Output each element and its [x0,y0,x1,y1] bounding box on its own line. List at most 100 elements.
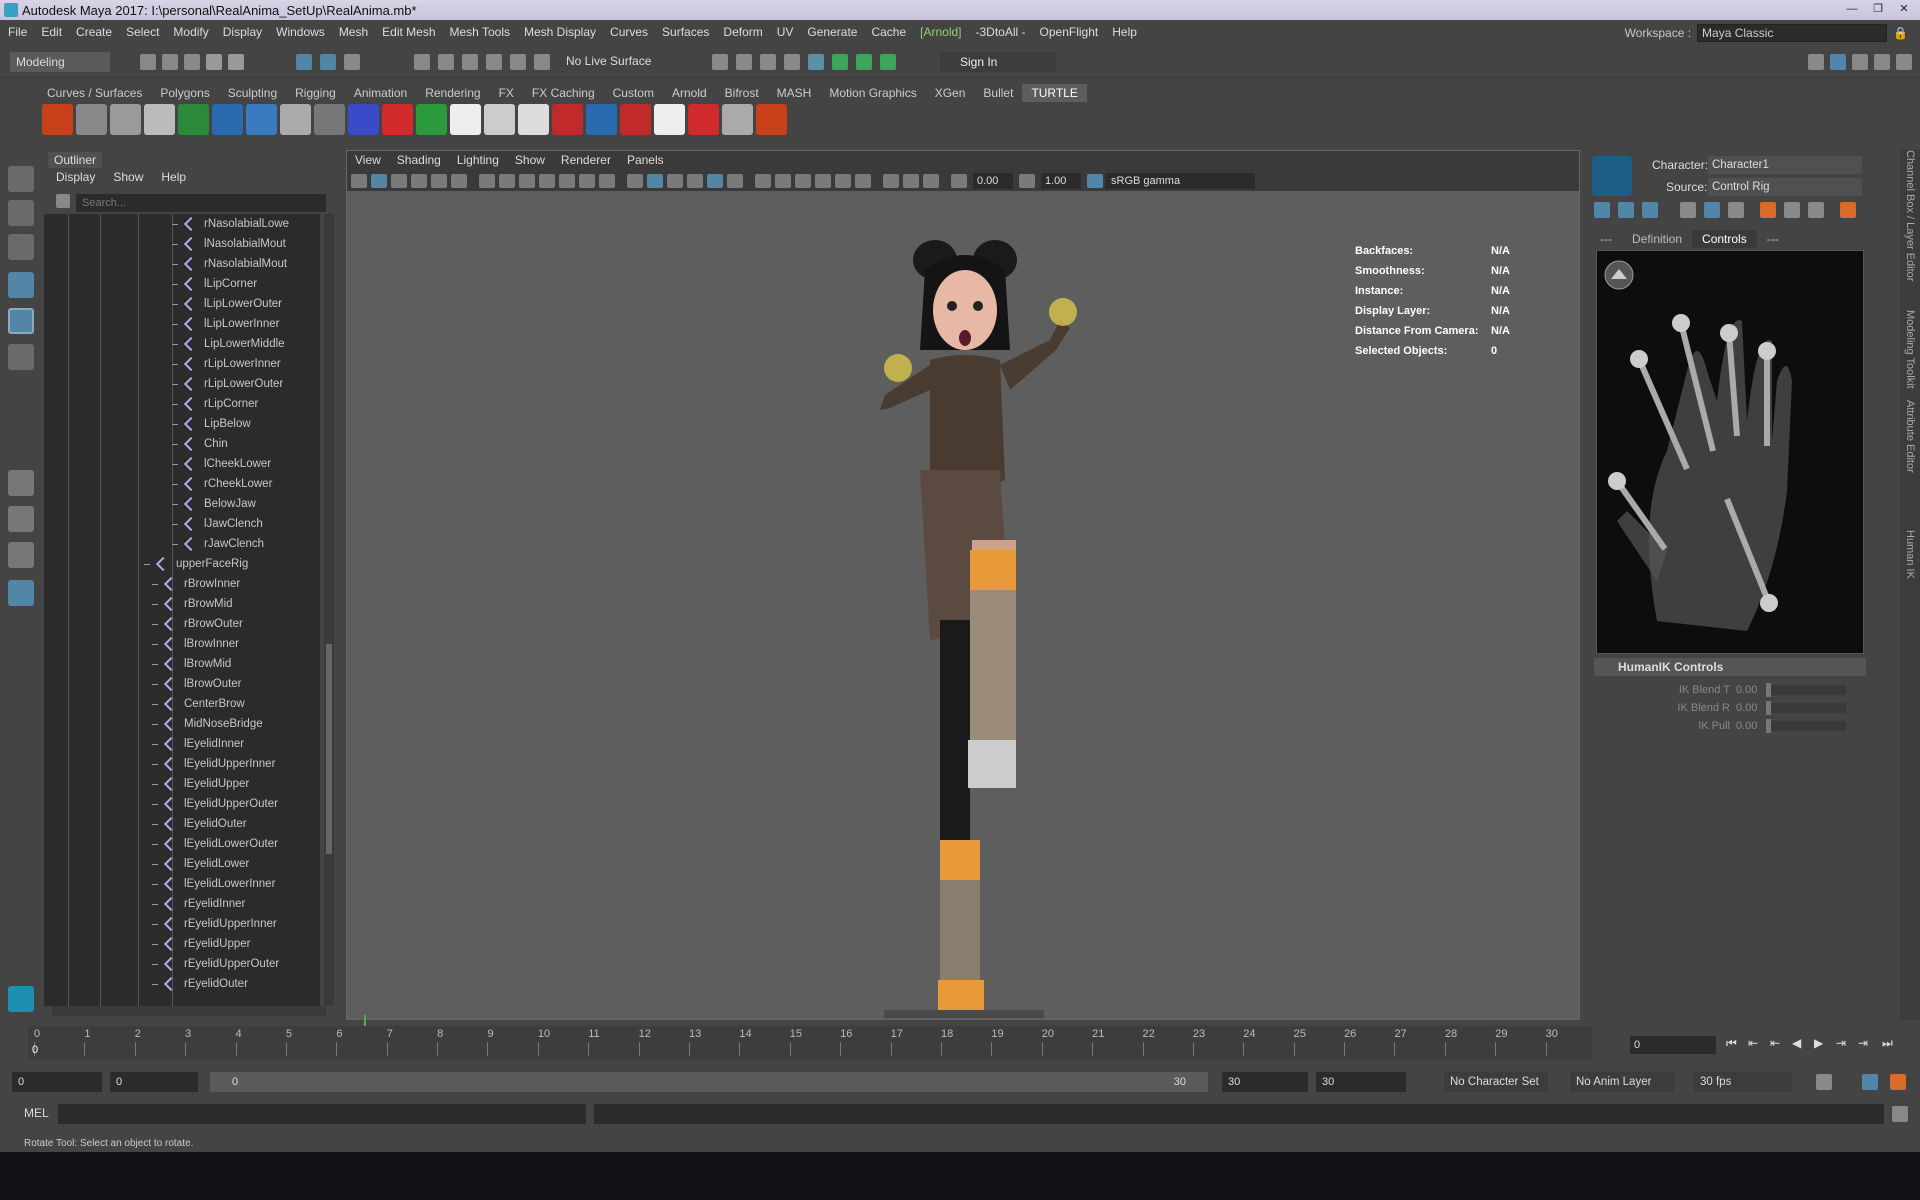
xray-joints-icon[interactable] [903,174,919,188]
menu-cache[interactable]: Cache [871,25,906,39]
menu-surfaces[interactable]: Surfaces [662,25,709,39]
source-dropdown[interactable]: Control Rig [1708,178,1862,196]
outliner-row[interactable]: lEyelidLower [152,854,249,874]
lights-icon[interactable] [727,174,743,188]
menu-generate[interactable]: Generate [807,25,857,39]
outliner-row[interactable]: lBrowInner [152,634,239,654]
menu-curves[interactable]: Curves [610,25,648,39]
turtle-light-icon[interactable] [144,104,175,135]
render-view-icon[interactable] [736,54,752,70]
script-language-label[interactable]: MEL [24,1106,49,1120]
menu-file[interactable]: File [8,25,27,39]
outliner-row[interactable]: lBrowMid [152,654,231,674]
turtle-particles-icon[interactable] [280,104,311,135]
side-tab-modeling-toolkit[interactable]: Modeling Toolkit [1904,310,1916,389]
menu-deform[interactable]: Deform [723,25,762,39]
turtle-pcb-icon[interactable] [722,104,753,135]
outliner-row[interactable]: Chin [172,434,228,454]
outliner-row[interactable]: rEyelidUpper [152,934,250,954]
exposure-icon[interactable] [951,174,967,188]
loop-icon[interactable] [1816,1074,1832,1090]
step-forward-frame-icon[interactable]: ⇥ [1858,1036,1868,1050]
ik-slider-value[interactable]: 0.00 [1736,720,1766,732]
viewport-menu-show[interactable]: Show [515,153,545,167]
scale-tool-icon[interactable] [8,344,34,370]
move-tool-icon[interactable] [8,272,34,298]
animation-prefs-icon[interactable] [1890,1074,1906,1090]
outliner-row[interactable]: rBrowMid [152,594,233,614]
selection-icon[interactable] [1704,202,1720,218]
character-dropdown[interactable]: Character1 [1708,156,1862,174]
pin-rotate-icon[interactable] [1784,202,1800,218]
hypershade-icon[interactable] [808,54,824,70]
step-forward-key-icon[interactable]: ⇥ [1836,1036,1846,1050]
ik-pin-icon[interactable] [1618,202,1634,218]
ik-slider-handle[interactable] [1766,719,1771,733]
select-tool-icon[interactable] [8,166,34,192]
humanik-controls-section[interactable]: HumanIK Controls [1594,658,1866,676]
ik-slider-handle[interactable] [1766,683,1771,697]
turtle-green-icon[interactable] [178,104,209,135]
outliner-row[interactable]: lJawClench [172,514,263,534]
viewport-menu-shading[interactable]: Shading [397,153,441,167]
show-hide-tool-settings-icon[interactable] [1852,54,1868,70]
step-back-frame-icon[interactable]: ⇤ [1748,1036,1758,1050]
shelf-tab-custom[interactable]: Custom [604,84,663,102]
turtle-separator-icon[interactable] [314,104,345,135]
close-button[interactable]: ✕ [1892,1,1916,17]
outliner-row[interactable]: lEyelidUpperOuter [152,794,278,814]
arnold-ipr-icon[interactable] [856,54,872,70]
playback-end-input[interactable]: 30 [1222,1072,1308,1092]
outliner-row[interactable]: rNasolabialLowe [172,214,289,234]
outliner-row[interactable]: rEyelidOuter [152,974,248,994]
outliner-menu-display[interactable]: Display [56,170,95,184]
camera-attributes-icon[interactable] [371,174,387,188]
snap-point-icon[interactable] [462,54,478,70]
pause-icon[interactable] [880,54,896,70]
shelf-tab-animation[interactable]: Animation [345,84,416,102]
ik-slider-value[interactable]: 0.00 [1736,684,1766,696]
shelf-tab-turtle[interactable]: TURTLE [1022,84,1087,102]
humanik-logo-icon[interactable] [1592,156,1632,196]
side-tab-channel-box-layer-editor[interactable]: Channel Box / Layer Editor [1904,150,1916,281]
shelf-tab-motion-graphics[interactable]: Motion Graphics [820,84,925,102]
select-hierarchy-icon[interactable] [296,54,312,70]
depth-of-field-icon[interactable] [835,174,851,188]
exposure-input[interactable]: 0.00 [973,173,1013,189]
ambient-occlusion-icon[interactable] [775,174,791,188]
menu-display[interactable]: Display [223,25,262,39]
viewport-menu-view[interactable]: View [355,153,381,167]
go-to-start-icon[interactable]: ⏮ [1726,1036,1737,1051]
pin-all-icon[interactable] [1808,202,1824,218]
body-part-icon[interactable] [1680,202,1696,218]
paint-select-tool-icon[interactable] [8,234,34,260]
turtle-remove-icon[interactable] [620,104,651,135]
outliner-row[interactable]: LipBelow [172,414,251,434]
turtle-green-light-icon[interactable] [416,104,447,135]
turtle-book-icon[interactable] [654,104,685,135]
camera-select-icon[interactable] [351,174,367,188]
outliner-row[interactable]: rNasolabialMout [172,254,287,274]
viewport-menu-lighting[interactable]: Lighting [457,153,499,167]
turtle-texture-icon[interactable] [450,104,481,135]
sign-in-button[interactable]: Sign In [940,52,1056,72]
outliner-row[interactable]: rLipCorner [172,394,258,414]
menu-windows[interactable]: Windows [276,25,325,39]
outliner-menu-show[interactable]: Show [113,170,143,184]
outliner-menu-help[interactable]: Help [161,170,186,184]
turtle-kw-icon[interactable] [756,104,787,135]
wireframe-on-shaded-icon[interactable] [687,174,703,188]
grid-icon[interactable] [479,174,495,188]
shelf-tab-mash[interactable]: MASH [768,84,821,102]
shadows-icon[interactable] [755,174,771,188]
outliner-row[interactable]: rEyelidUpperInner [152,914,277,934]
outliner-row[interactable]: lEyelidLowerInner [152,874,275,894]
workspace-dropdown[interactable]: Maya Classic [1697,24,1888,42]
isolate-select-icon[interactable] [855,174,871,188]
outliner-row[interactable]: lEyelidUpper [152,774,249,794]
hand-controls-view[interactable] [1596,250,1864,654]
humanik-tab-definition[interactable]: Definition [1622,230,1692,248]
pin-none-icon[interactable] [1728,202,1744,218]
field-chart-icon[interactable] [559,174,575,188]
pin-translate-icon[interactable] [1760,202,1776,218]
